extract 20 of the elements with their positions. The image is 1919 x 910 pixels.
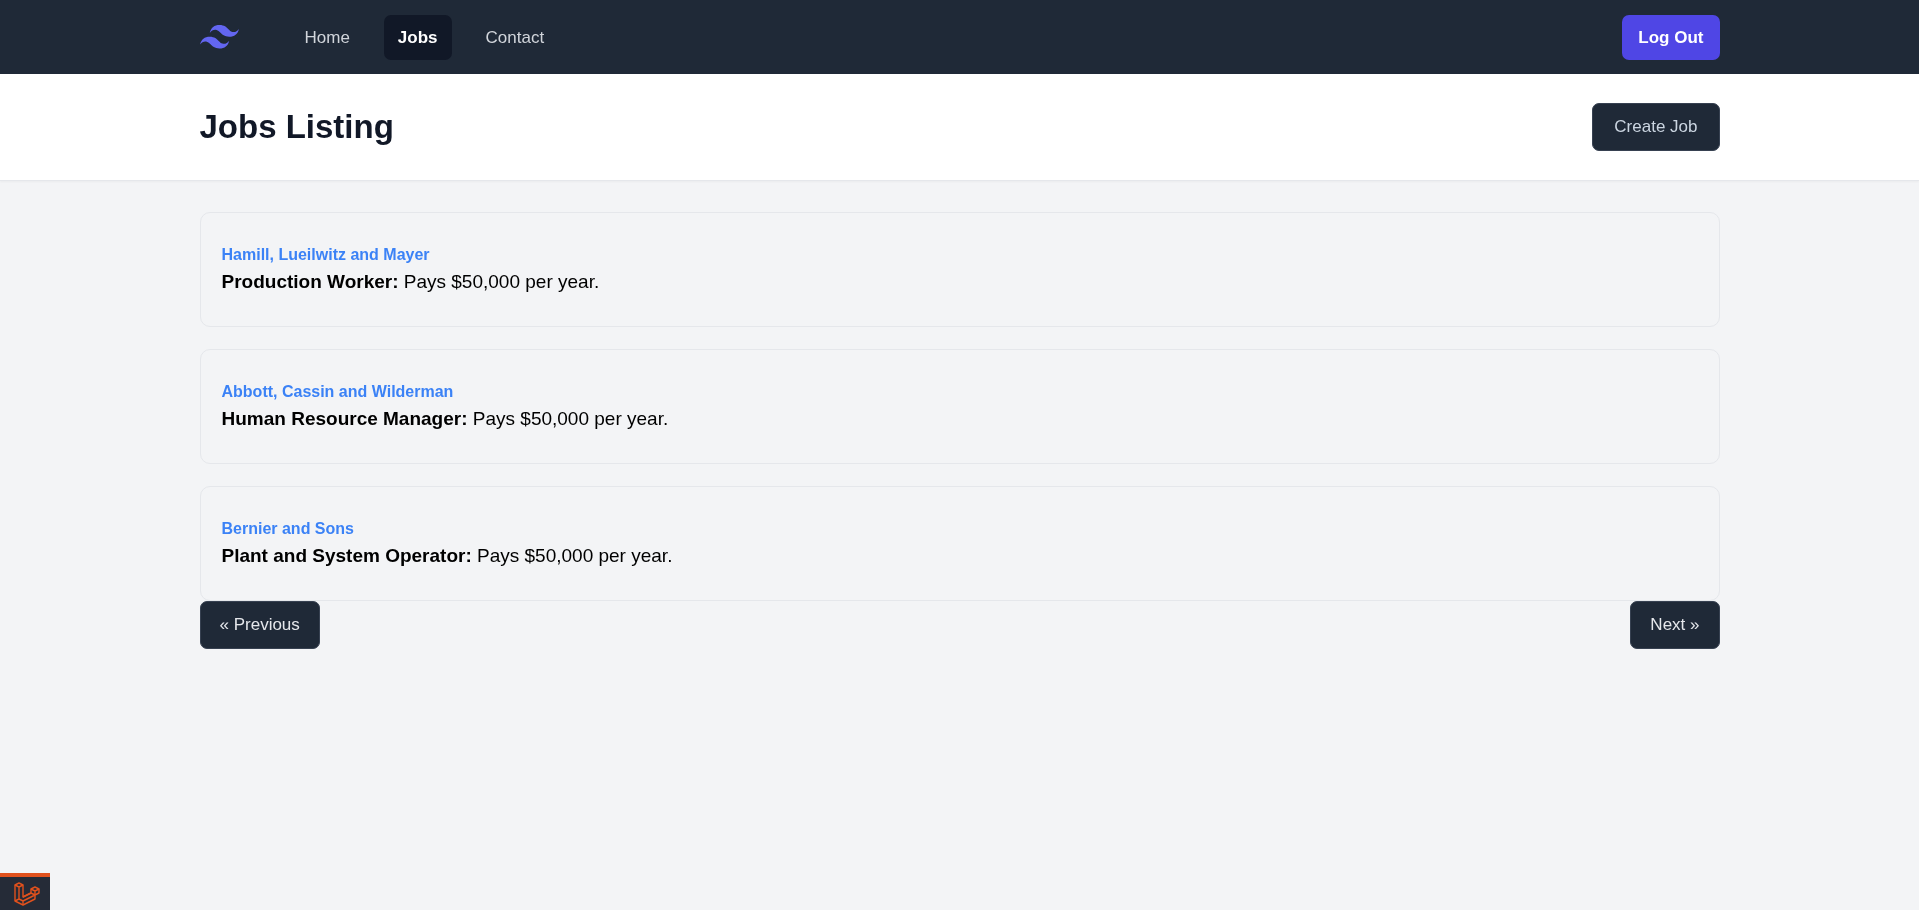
previous-button[interactable]: « Previous xyxy=(199,601,320,649)
job-description: Plant and System Operator: Pays $50,000 per year. xyxy=(221,544,674,568)
wave-logo-icon xyxy=(199,25,239,49)
debugbar-toggle[interactable] xyxy=(0,873,50,910)
nav-link[interactable]: Jobs xyxy=(383,14,452,60)
nav-link[interactable]: Contact xyxy=(471,14,559,60)
job-card[interactable]: Bernier and Sons Plant and System Operator: Pays $50,000 per year. xyxy=(199,486,1720,601)
job-description: Production Worker: Pays $50,000 per year. xyxy=(221,270,601,294)
logout-button[interactable]: Log Out xyxy=(1622,14,1720,60)
company-name: Bernier and Sons xyxy=(221,519,355,539)
nav-link[interactable]: Home xyxy=(290,14,364,60)
company-name: Hamill, Lueilwitz and Mayer xyxy=(221,245,431,265)
page-title: Jobs Listing xyxy=(199,107,394,147)
job-card[interactable]: Abbott, Cassin and Wilderman Human Resource Manager: Pays $50,000 per year. xyxy=(199,349,1720,464)
company-name: Abbott, Cassin and Wilderman xyxy=(221,382,455,402)
job-description: Human Resource Manager: Pays $50,000 per year. xyxy=(221,407,670,431)
create-job-button[interactable]: Create Job xyxy=(1592,103,1720,151)
cubes-icon xyxy=(14,881,40,907)
next-button[interactable]: Next » xyxy=(1630,601,1720,649)
job-card[interactable]: Hamill, Lueilwitz and Mayer Production Worker: Pays $50,000 per year. xyxy=(199,212,1720,327)
